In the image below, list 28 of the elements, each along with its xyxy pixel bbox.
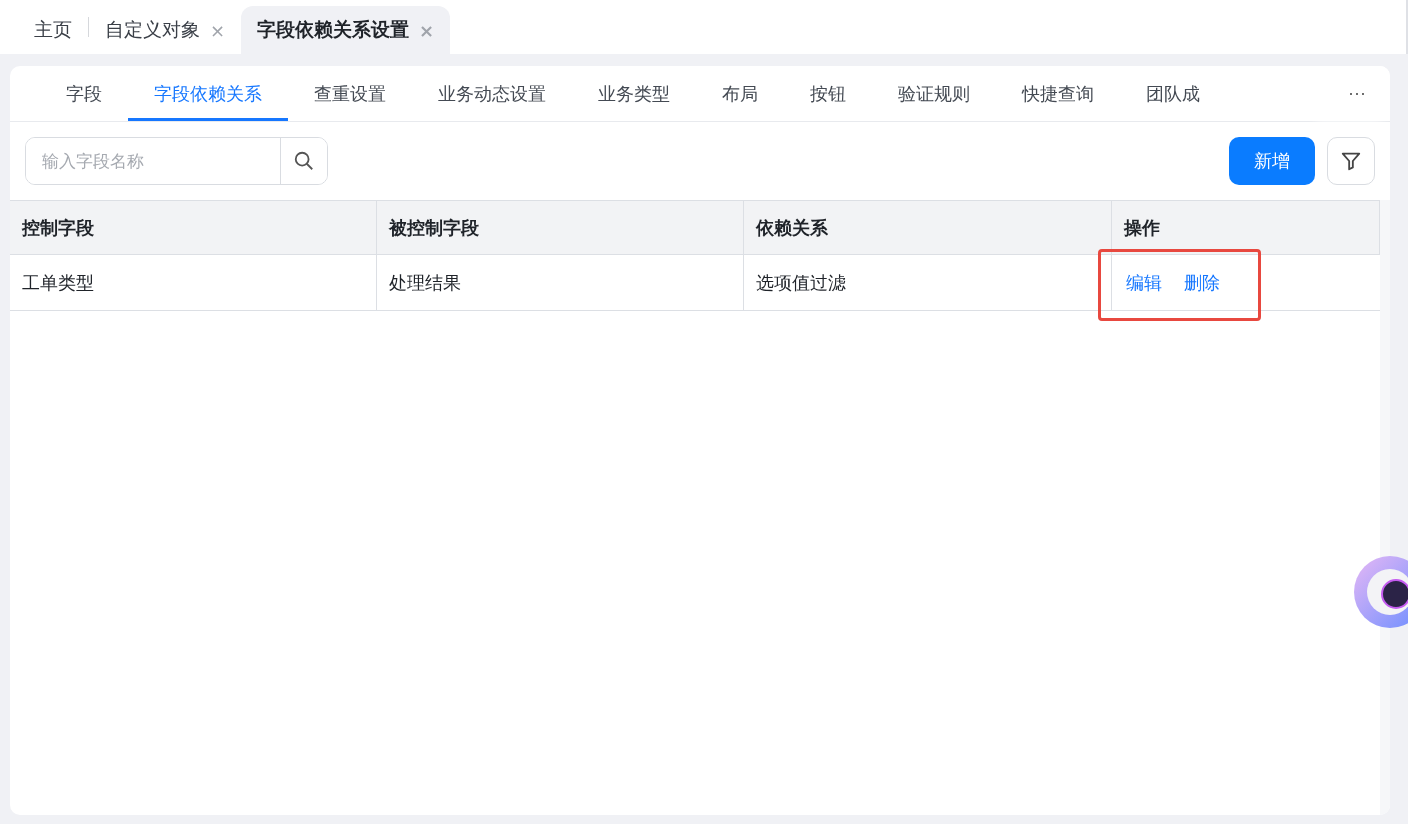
sub-tab[interactable]: 快捷查询 <box>996 66 1120 121</box>
table-cell: 处理结果 <box>377 255 744 310</box>
sub-tab[interactable]: 业务动态设置 <box>412 66 572 121</box>
column-header: 控制字段 <box>10 201 377 254</box>
search-button[interactable] <box>280 138 327 184</box>
sub-tab[interactable]: 团队成 <box>1120 66 1226 121</box>
column-header: 依赖关系 <box>744 201 1112 254</box>
search-icon <box>293 150 315 172</box>
column-header: 被控制字段 <box>377 201 744 254</box>
more-button[interactable]: ··· <box>1324 66 1390 121</box>
filter-button[interactable] <box>1327 137 1375 185</box>
search-field[interactable]: 输入字段名称 <box>25 137 328 185</box>
sub-tab[interactable]: 字段 <box>40 66 128 121</box>
table-cell: 工单类型 <box>10 255 377 310</box>
sub-tab[interactable]: 按钮 <box>784 66 872 121</box>
add-button[interactable]: 新增 <box>1229 137 1315 185</box>
sub-tab[interactable]: 业务类型 <box>572 66 696 121</box>
table-cell: 选项值过滤 <box>744 255 1112 310</box>
page-tab[interactable]: 字段依赖关系设置 × <box>241 6 451 54</box>
action-link[interactable]: 删除 <box>1184 270 1220 295</box>
filter-icon <box>1340 150 1362 172</box>
action-link[interactable]: 编辑 <box>1126 270 1162 295</box>
sub-tab[interactable]: 验证规则 <box>872 66 996 121</box>
sub-tab[interactable]: 布局 <box>696 66 784 121</box>
sub-tab[interactable]: 查重设置 <box>288 66 412 121</box>
page-tab[interactable]: 主页 <box>18 6 88 54</box>
page-tab[interactable]: 自定义对象 × <box>89 6 242 54</box>
sub-tab[interactable]: 字段依赖关系 <box>128 66 288 121</box>
